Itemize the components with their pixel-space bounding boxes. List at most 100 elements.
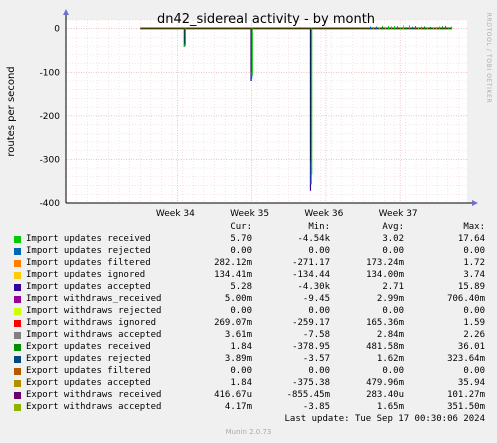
legend-row: Export updates received 1.84 -378.95 481.58… [0, 341, 497, 353]
legend-cur: 0.00 [230, 246, 252, 256]
legend-row: Import updates accepted 5.28 -4.30k 2.71 15.… [0, 281, 497, 293]
legend-cur: 3.61m [224, 330, 252, 340]
legend-swatch [14, 284, 21, 291]
legend-min: -4.54k [297, 234, 330, 244]
legend-row: Import updates ignored 134.41m -134.44 134.… [0, 269, 497, 281]
legend-series-name: Import withdraws_received [26, 294, 162, 304]
legend-row: Export withdraws received 416.67u -855.45m… [0, 389, 497, 401]
legend-row: Import withdraws ignored 269.07m -259.17 16… [0, 317, 497, 329]
legend-header: Cur: Min: Avg: Max: [0, 221, 497, 233]
legend-min: -259.17 [292, 318, 330, 328]
legend-swatch [14, 344, 21, 351]
legend-avg: 173.24m [366, 258, 404, 268]
legend-series-name: Export updates accepted [26, 378, 151, 388]
legend-avg: 2.99m [376, 294, 404, 304]
legend-swatch [14, 368, 21, 375]
y-tick-label-0: 0 [54, 25, 60, 35]
legend-cur: 282.12m [214, 258, 252, 268]
legend-row: Import updates rejected 0.00 0.00 0.00 0.00 [0, 245, 497, 257]
legend-min: -378.95 [292, 342, 330, 352]
legend-max: 35.94 [457, 378, 485, 388]
legend-avg: 481.58m [366, 342, 404, 352]
legend-max: 706.40m [447, 294, 485, 304]
legend-avg: 1.65m [376, 402, 404, 412]
legend-avg: 1.62m [376, 354, 404, 364]
legend-min: -271.17 [292, 258, 330, 268]
legend-cur: 5.00m [224, 294, 252, 304]
legend-min: -3.57 [302, 354, 330, 364]
legend-min: 0.00 [308, 366, 330, 376]
legend-series-name: Import updates filtered [26, 258, 151, 268]
legend-cur: 269.07m [214, 318, 252, 328]
chart-svg: 0 -100 -200 -300 -400 Week 34 Week 35 Week 36 We… [0, 0, 497, 221]
legend-series-name: Export withdraws received [26, 390, 162, 400]
legend-max: 1.59 [463, 318, 485, 328]
legend-row: Import updates received 5.70 -4.54k 3.02 17.… [0, 233, 497, 245]
legend-swatch [14, 356, 21, 363]
legend-max: 0.00 [463, 306, 485, 316]
legend-max: 101.27m [447, 390, 485, 400]
legend-cur: 3.89m [224, 354, 252, 364]
legend: Cur: Min: Avg: Max: Import updates recei… [0, 221, 497, 425]
legend-col-min: Min: [308, 222, 330, 232]
legend-row: Import withdraws rejected 0.00 0.00 0.00 0.0… [0, 305, 497, 317]
last-update-row: Last update: Tue Sep 17 00:30:06 2024 [0, 413, 497, 425]
legend-min: -134.44 [292, 270, 330, 280]
legend-avg: 0.00 [382, 366, 404, 376]
legend-swatch [14, 248, 21, 255]
legend-min: -4.30k [297, 282, 330, 292]
y-tick-label-3: -300 [40, 155, 61, 165]
y-axis-label: routes per second [6, 66, 17, 156]
last-update: Last update: Tue Sep 17 00:30:06 2024 [284, 414, 485, 424]
x-tick-label-3: Week 37 [379, 209, 418, 219]
legend-max: 0.00 [463, 366, 485, 376]
legend-cur: 0.00 [230, 306, 252, 316]
y-tick-label-1: -100 [40, 68, 61, 78]
y-tick-label-4: -400 [40, 199, 61, 209]
legend-row: Export updates rejected 3.89m -3.57 1.62m 32… [0, 353, 497, 365]
legend-cur: 134.41m [214, 270, 252, 280]
legend-max: 351.50m [447, 402, 485, 412]
legend-swatch [14, 320, 21, 327]
legend-max: 0.00 [463, 246, 485, 256]
legend-swatch [14, 332, 21, 339]
legend-row: Export updates accepted 1.84 -375.38 479.96… [0, 377, 497, 389]
legend-avg: 165.36m [366, 318, 404, 328]
legend-avg: 2.84m [376, 330, 404, 340]
legend-avg: 134.00m [366, 270, 404, 280]
legend-series-name: Import updates received [26, 234, 151, 244]
legend-max: 2.26 [463, 330, 485, 340]
legend-max: 323.64m [447, 354, 485, 364]
legend-cur: 416.67u [214, 390, 252, 400]
x-tick-label-2: Week 36 [304, 209, 343, 219]
legend-cur: 1.84 [230, 378, 252, 388]
x-tick-label-1: Week 35 [230, 209, 269, 219]
legend-avg: 283.40u [366, 390, 404, 400]
legend-avg: 479.96m [366, 378, 404, 388]
munin-version: Munin 2.0.73 [225, 428, 272, 436]
legend-min: 0.00 [308, 246, 330, 256]
legend-swatch [14, 308, 21, 315]
legend-swatch [14, 236, 21, 243]
legend-row: Export withdraws accepted 4.17m -3.85 1.65m… [0, 401, 497, 413]
legend-avg: 0.00 [382, 306, 404, 316]
legend-swatch [14, 380, 21, 387]
legend-swatch [14, 392, 21, 399]
legend-series-name: Import withdraws rejected [26, 306, 162, 316]
legend-cur: 1.84 [230, 342, 252, 352]
plot-area [66, 20, 467, 203]
legend-swatch [14, 260, 21, 267]
legend-avg: 3.02 [382, 234, 404, 244]
legend-row: Export updates filtered 0.00 0.00 0.00 0.00 [0, 365, 497, 377]
legend-series-name: Import withdraws ignored [26, 318, 157, 328]
legend-min: 0.00 [308, 306, 330, 316]
legend-max: 36.01 [457, 342, 485, 352]
legend-min: -9.45 [302, 294, 330, 304]
legend-series-name: Import updates accepted [26, 282, 151, 292]
x-tick-label-0: Week 34 [156, 209, 195, 219]
legend-series-name: Export updates filtered [26, 366, 151, 376]
legend-max: 3.74 [463, 270, 485, 280]
legend-series-name: Import updates ignored [26, 270, 146, 280]
rrdtool-side-label: RRDTOOL / TOBI OETIKER [485, 13, 492, 103]
legend-col-avg: Avg: [382, 222, 404, 232]
